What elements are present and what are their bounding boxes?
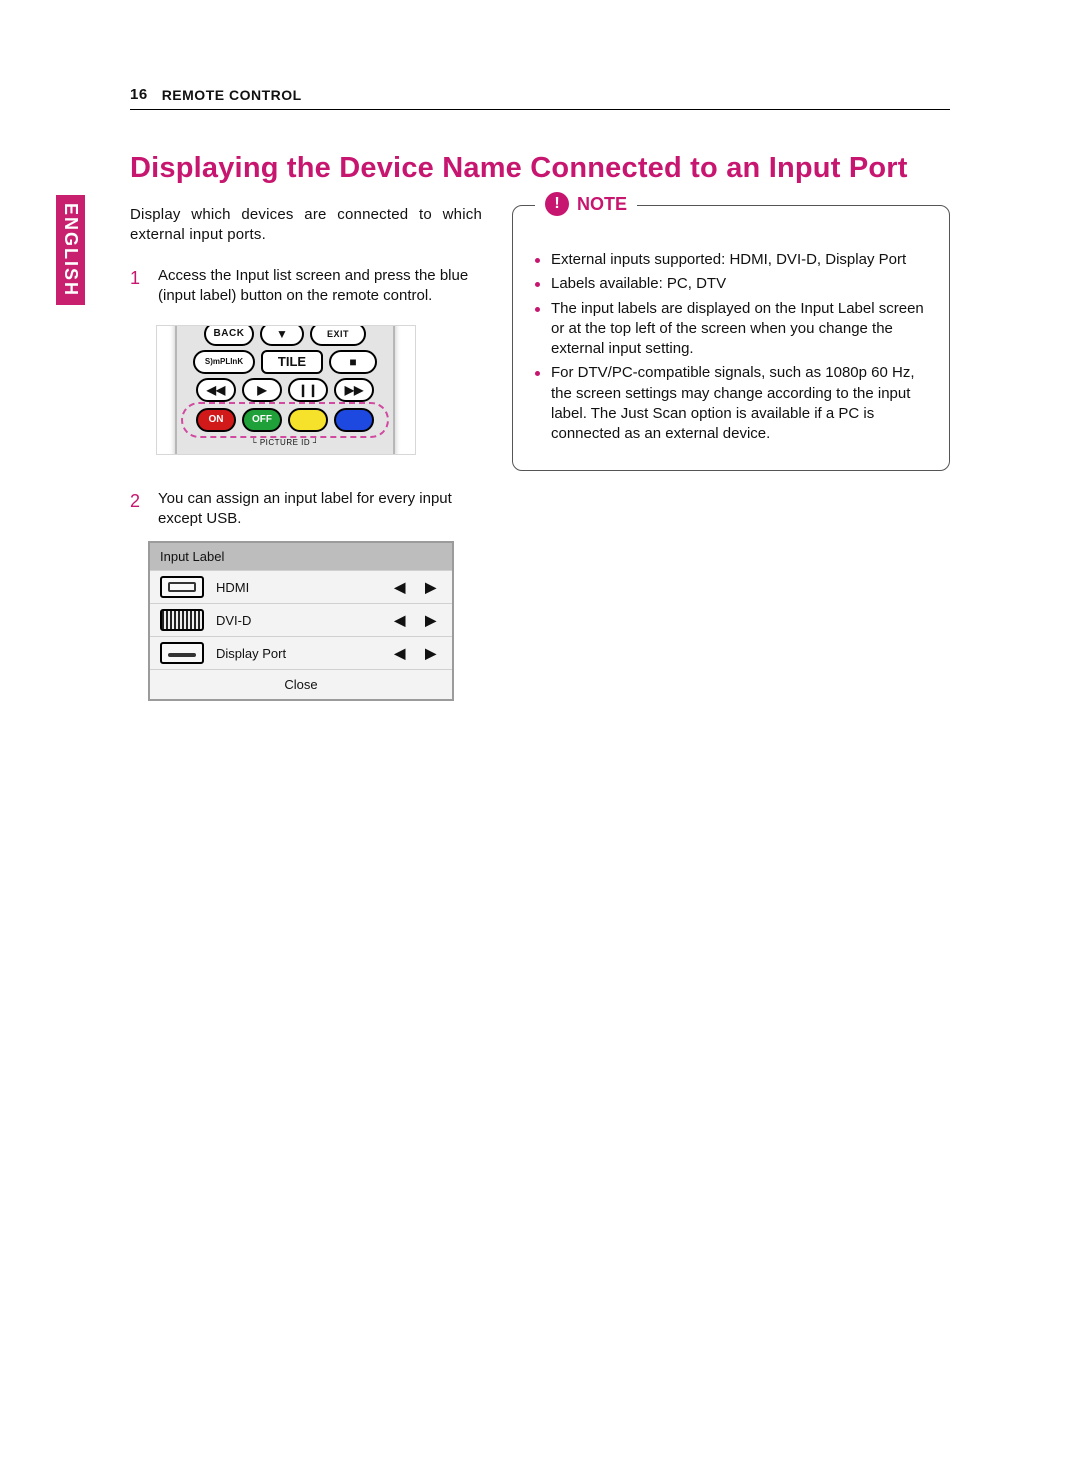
remote-prev-button: ◀◀ bbox=[196, 378, 236, 402]
hdmi-label: HDMI bbox=[216, 580, 312, 595]
remote-blue-button bbox=[334, 408, 374, 432]
step-1-text: Access the Input list screen and press t… bbox=[158, 266, 482, 307]
input-label-row-dvid: DVI-D ◀ ▶ bbox=[150, 603, 452, 636]
page-header-title: REMOTE CONTROL bbox=[162, 87, 302, 103]
note-item: Labels available: PC, DTV bbox=[535, 274, 927, 294]
remote-picture-id-label: PICTURE ID bbox=[185, 438, 385, 447]
page-number: 16 bbox=[130, 86, 148, 103]
dp-port-icon bbox=[160, 642, 204, 664]
remote-illustration: BACK ▼ EXIT S)mPLInK TILE ■ ◀◀ ▶ ❙❙ ▶▶ O… bbox=[156, 325, 416, 455]
remote-next-button: ▶▶ bbox=[334, 378, 374, 402]
dvid-label: DVI-D bbox=[216, 613, 312, 628]
dp-label: Display Port bbox=[216, 646, 312, 661]
input-label-panel: Input Label HDMI ◀ ▶ DVI-D ◀ ▶ Disp bbox=[148, 541, 454, 701]
remote-stop-button: ■ bbox=[329, 350, 377, 374]
page-title: Displaying the Device Name Connected to … bbox=[130, 152, 908, 185]
remote-play-button: ▶ bbox=[242, 378, 282, 402]
remote-yellow-button bbox=[288, 408, 328, 432]
dp-right-arrow-icon[interactable]: ▶ bbox=[425, 645, 436, 662]
intro-text: Display which devices are connected to w… bbox=[130, 205, 482, 244]
note-item: The input labels are displayed on the In… bbox=[535, 299, 927, 360]
hdmi-port-icon bbox=[160, 576, 204, 598]
step-2: 2 You can assign an input label for ever… bbox=[130, 489, 482, 530]
remote-down-button: ▼ bbox=[260, 325, 304, 346]
hdmi-left-arrow-icon[interactable]: ◀ bbox=[394, 579, 405, 596]
input-label-row-hdmi: HDMI ◀ ▶ bbox=[150, 570, 452, 603]
dvid-right-arrow-icon[interactable]: ▶ bbox=[425, 612, 436, 629]
remote-on-button: ON bbox=[196, 408, 236, 432]
note-icon: ! bbox=[545, 192, 569, 216]
remote-pause-button: ❙❙ bbox=[288, 378, 328, 402]
hdmi-right-arrow-icon[interactable]: ▶ bbox=[425, 579, 436, 596]
remote-simplink-button: S)mPLInK bbox=[193, 350, 255, 374]
note-item: External inputs supported: HDMI, DVI-D, … bbox=[535, 250, 927, 270]
step-2-number: 2 bbox=[130, 489, 144, 530]
input-label-row-dp: Display Port ◀ ▶ bbox=[150, 636, 452, 669]
remote-back-button: BACK bbox=[204, 325, 254, 346]
remote-exit-button: EXIT bbox=[310, 325, 366, 346]
note-box: ! NOTE External inputs supported: HDMI, … bbox=[512, 205, 950, 471]
note-heading: ! NOTE bbox=[535, 192, 637, 216]
dp-left-arrow-icon[interactable]: ◀ bbox=[394, 645, 405, 662]
step-1: 1 Access the Input list screen and press… bbox=[130, 266, 482, 307]
right-column: ! NOTE External inputs supported: HDMI, … bbox=[512, 205, 950, 701]
note-title: NOTE bbox=[577, 192, 627, 216]
left-column: Display which devices are connected to w… bbox=[130, 205, 482, 701]
remote-off-button: OFF bbox=[242, 408, 282, 432]
input-label-title: Input Label bbox=[150, 543, 452, 570]
remote-tile-button: TILE bbox=[261, 350, 323, 374]
step-2-text: You can assign an input label for every … bbox=[158, 489, 482, 530]
step-1-number: 1 bbox=[130, 266, 144, 307]
language-tab: ENGLISH bbox=[56, 195, 85, 305]
note-item: For DTV/PC-compatible signals, such as 1… bbox=[535, 363, 927, 444]
dvid-port-icon bbox=[160, 609, 204, 631]
dvid-left-arrow-icon[interactable]: ◀ bbox=[394, 612, 405, 629]
input-label-close[interactable]: Close bbox=[150, 669, 452, 699]
page-header: 16 REMOTE CONTROL bbox=[130, 86, 950, 110]
